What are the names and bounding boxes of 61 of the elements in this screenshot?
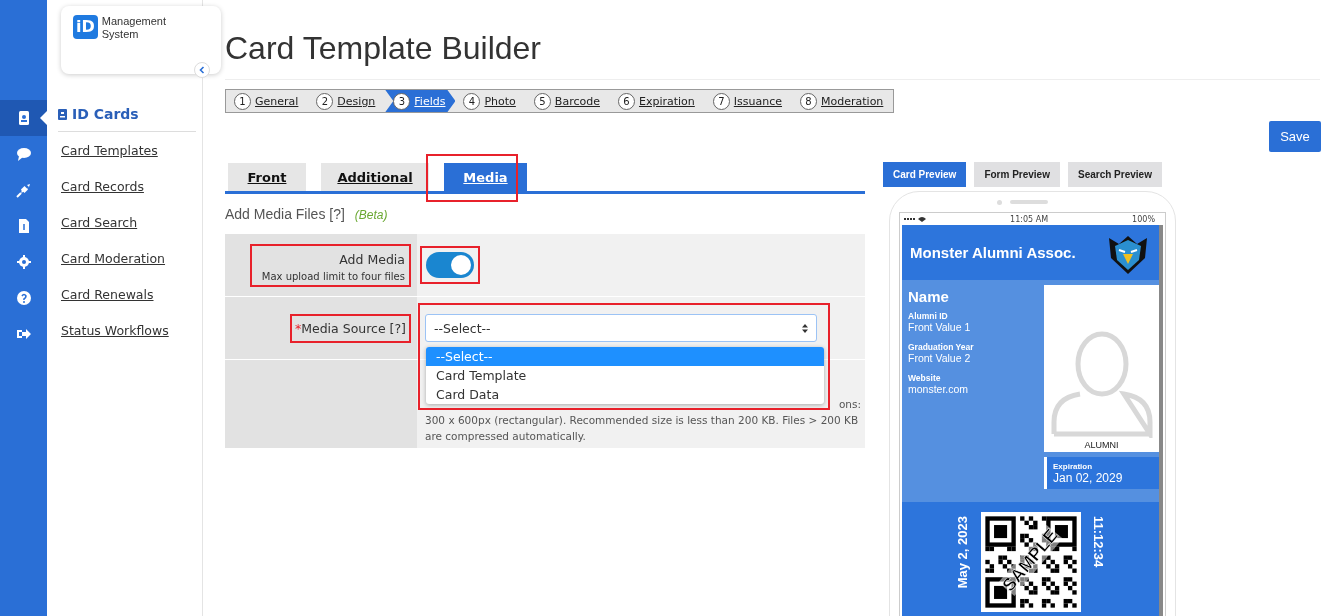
sidebar-link[interactable]: Card Templates: [61, 143, 158, 158]
tab[interactable]: Additional: [321, 163, 429, 191]
page-title: Card Template Builder: [225, 30, 1320, 80]
app-logo: iD: [73, 15, 98, 39]
sidebar-link[interactable]: Card Renewals: [61, 287, 154, 302]
wizard-step[interactable]: 2 Design: [308, 90, 386, 112]
card-field-value: Front Value 1: [908, 321, 972, 333]
sidebar-link[interactable]: Card Moderation: [61, 251, 166, 266]
wizard-step[interactable]: 1 General: [226, 90, 309, 112]
sidebar-link[interactable]: Status Workflows: [61, 323, 169, 338]
chevron-left-icon: [198, 66, 206, 74]
beta-note: (Beta): [354, 208, 388, 222]
photo-label: ALUMNI: [1084, 440, 1119, 450]
id-badge-icon: [58, 108, 67, 120]
wizard-step[interactable]: 4 Photo: [455, 90, 526, 112]
tab[interactable]: Media: [444, 163, 527, 191]
dropdown-option[interactable]: Card Data: [426, 385, 824, 404]
card-field-value: Front Value 2: [908, 352, 972, 364]
select-field[interactable]: --Select--: [425, 314, 817, 342]
id-badge-icon[interactable]: [0, 100, 47, 136]
wizard-step[interactable]: 6 Expiration: [609, 90, 705, 112]
help-text: 300 x 600px (rectangular). Recommended size is less than 200 KB. Files > 200 KB: [425, 413, 859, 428]
sidebar-link[interactable]: Card Records: [61, 179, 144, 194]
card-field-value: monster.com: [908, 383, 970, 395]
field-label: Add Media: [339, 251, 405, 267]
section-heading: ID Cards: [72, 106, 139, 122]
wizard-step[interactable]: 8 Moderation: [792, 90, 894, 112]
field-hint: Max upload limit to four files: [261, 270, 405, 282]
preview-tab[interactable]: Search Preview: [1067, 162, 1162, 187]
dropdown-option[interactable]: Card Template: [426, 366, 824, 385]
preview-tab[interactable]: Card Preview: [883, 162, 967, 187]
save-button[interactable]: Save: [1269, 121, 1321, 152]
expiration-date: Jan 02, 2029: [1053, 470, 1124, 485]
issue-date: May 2, 2023: [955, 516, 970, 589]
brand-name: Management System: [101, 15, 167, 41]
wizard-step[interactable]: 7 Issuance: [704, 90, 793, 112]
section-title: Add Media Files [?]: [225, 206, 345, 222]
card-field-label: Alumni ID: [908, 311, 949, 321]
card-field-label: Graduation Year: [908, 342, 975, 352]
toggle-switch[interactable]: [426, 252, 474, 278]
caret-icon: [802, 323, 808, 333]
speaker-grille: [1010, 200, 1048, 204]
preview-tab[interactable]: Form Preview: [974, 162, 1060, 187]
battery-level: 100%: [1132, 214, 1155, 224]
sidebar-link[interactable]: Card Search: [61, 215, 138, 230]
help-text: ons:: [838, 397, 861, 412]
holder-name: Name: [908, 288, 950, 305]
issue-time: 11:12:34: [1091, 516, 1106, 568]
expiration-label: Expiration: [1053, 461, 1094, 471]
camera-dot: [997, 199, 1002, 205]
card-title: Monster Alumni Assoc.: [910, 244, 1076, 261]
status-time: 11:05 AM: [1010, 214, 1049, 224]
person-icon: [1049, 330, 1154, 438]
card-field-label: Website: [908, 373, 942, 383]
tab[interactable]: Front: [228, 163, 306, 191]
signal-icon: [904, 216, 926, 222]
wizard-step[interactable]: 5 Barcode: [525, 90, 610, 112]
collapse-button[interactable]: [194, 62, 210, 78]
field-label: *Media Source [?]: [289, 313, 411, 343]
help-text: are compressed automatically.: [425, 429, 586, 444]
wizard-step[interactable]: 3 Fields: [385, 90, 456, 112]
